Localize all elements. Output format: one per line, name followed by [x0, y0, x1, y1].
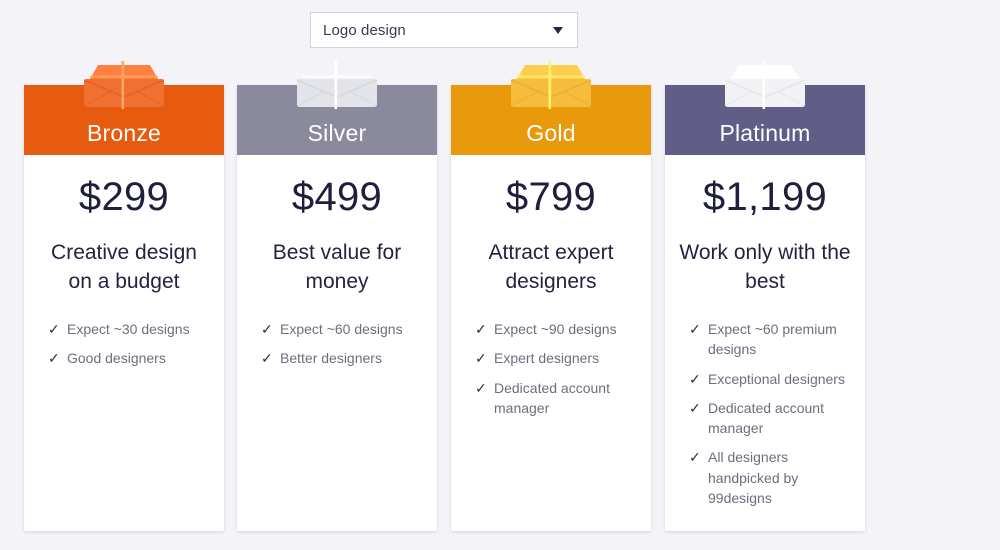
plan-header: Gold [451, 85, 651, 155]
plan-tagline: Work only with the best [679, 241, 851, 293]
feature-label: Expect ~60 premium designs [708, 320, 837, 358]
plan-name: Gold [526, 120, 576, 146]
check-icon: ✓ [261, 320, 273, 337]
plan-price: $799 [505, 175, 597, 219]
plan-header: Silver [237, 85, 437, 155]
plan-features: ✓ Expect ~60 premium designs ✓ Exception… [675, 319, 855, 508]
chevron-down-icon[interactable] [553, 26, 563, 34]
plan-features: ✓ Expect ~60 designs ✓ Better designers [247, 319, 427, 369]
feature-item: ✓ Expect ~30 designs [48, 319, 208, 339]
pricing-card-silver[interactable]: Silver $499 Best value for money ✓ Expec… [237, 61, 437, 532]
feature-label: All designers handpicked by 99designs [708, 449, 799, 507]
feature-item: ✓ Dedicated account manager [475, 378, 635, 419]
pricing-card-bronze[interactable]: Bronze $299 Creative design on a budget … [24, 61, 224, 532]
pricing-card-platinum[interactable]: Platinum $1,199 Work only with the best … [665, 61, 865, 532]
plan-body: $799 Attract expert designers ✓ Expect ~… [451, 177, 651, 418]
plan-price: $499 [291, 175, 383, 219]
feature-item: ✓ Better designers [261, 348, 421, 368]
plan-tagline: Best value for money [272, 241, 402, 293]
plan-price: $1,199 [702, 175, 828, 219]
feature-item: ✓ Expect ~60 premium designs [689, 319, 849, 360]
feature-item: ✓ All designers handpicked by 99designs [689, 447, 849, 508]
plan-header: Platinum [665, 85, 865, 155]
pricing-cards: Bronze $299 Creative design on a budget … [0, 61, 1000, 532]
plan-body: $499 Best value for money ✓ Expect ~60 d… [237, 177, 437, 369]
feature-label: Better designers [280, 350, 382, 367]
plan-name: Silver [307, 120, 367, 146]
feature-label: Good designers [67, 350, 166, 367]
feature-item: ✓ Expect ~90 designs [475, 319, 635, 339]
check-icon: ✓ [689, 370, 701, 387]
feature-label: Expect ~60 designs [280, 320, 403, 337]
feature-label: Expect ~90 designs [494, 320, 617, 337]
check-icon: ✓ [48, 320, 60, 337]
plan-features: ✓ Expect ~30 designs ✓ Good designers [34, 319, 214, 369]
feature-item: ✓ Good designers [48, 348, 208, 368]
check-icon: ✓ [475, 379, 487, 396]
check-icon: ✓ [689, 399, 701, 416]
check-icon: ✓ [48, 350, 60, 367]
check-icon: ✓ [261, 350, 273, 367]
feature-label: Dedicated account manager [494, 379, 610, 416]
feature-label: Expert designers [494, 350, 600, 367]
check-icon: ✓ [475, 350, 487, 367]
plan-price: $299 [78, 175, 170, 219]
feature-item: ✓ Dedicated account manager [689, 398, 849, 439]
pricing-card-gold[interactable]: Gold $799 Attract expert designers ✓ Exp… [451, 61, 651, 532]
category-select-box[interactable]: Logo design [310, 12, 578, 48]
feature-item: ✓ Expert designers [475, 348, 635, 368]
feature-label: Exceptional designers [708, 370, 845, 387]
check-icon: ✓ [689, 320, 701, 337]
plan-name: Bronze [86, 120, 162, 146]
plan-features: ✓ Expect ~90 designs ✓ Expert designers … [461, 319, 641, 418]
plan-body: $1,199 Work only with the best ✓ Expect … [665, 177, 865, 508]
category-select[interactable]: Logo design [310, 12, 578, 48]
plan-body: $299 Creative design on a budget ✓ Expec… [24, 177, 224, 369]
plan-tagline: Attract expert designers [488, 241, 614, 293]
plan-header: Bronze [24, 85, 224, 155]
category-select-value: Logo design [323, 21, 406, 39]
feature-item: ✓ Expect ~60 designs [261, 319, 421, 339]
plan-name: Platinum [719, 120, 811, 146]
plan-tagline: Creative design on a budget [51, 241, 197, 293]
feature-item: ✓ Exceptional designers [689, 369, 849, 389]
feature-label: Expect ~30 designs [67, 320, 190, 337]
check-icon: ✓ [689, 449, 701, 466]
check-icon: ✓ [475, 320, 487, 337]
feature-label: Dedicated account manager [708, 399, 824, 437]
